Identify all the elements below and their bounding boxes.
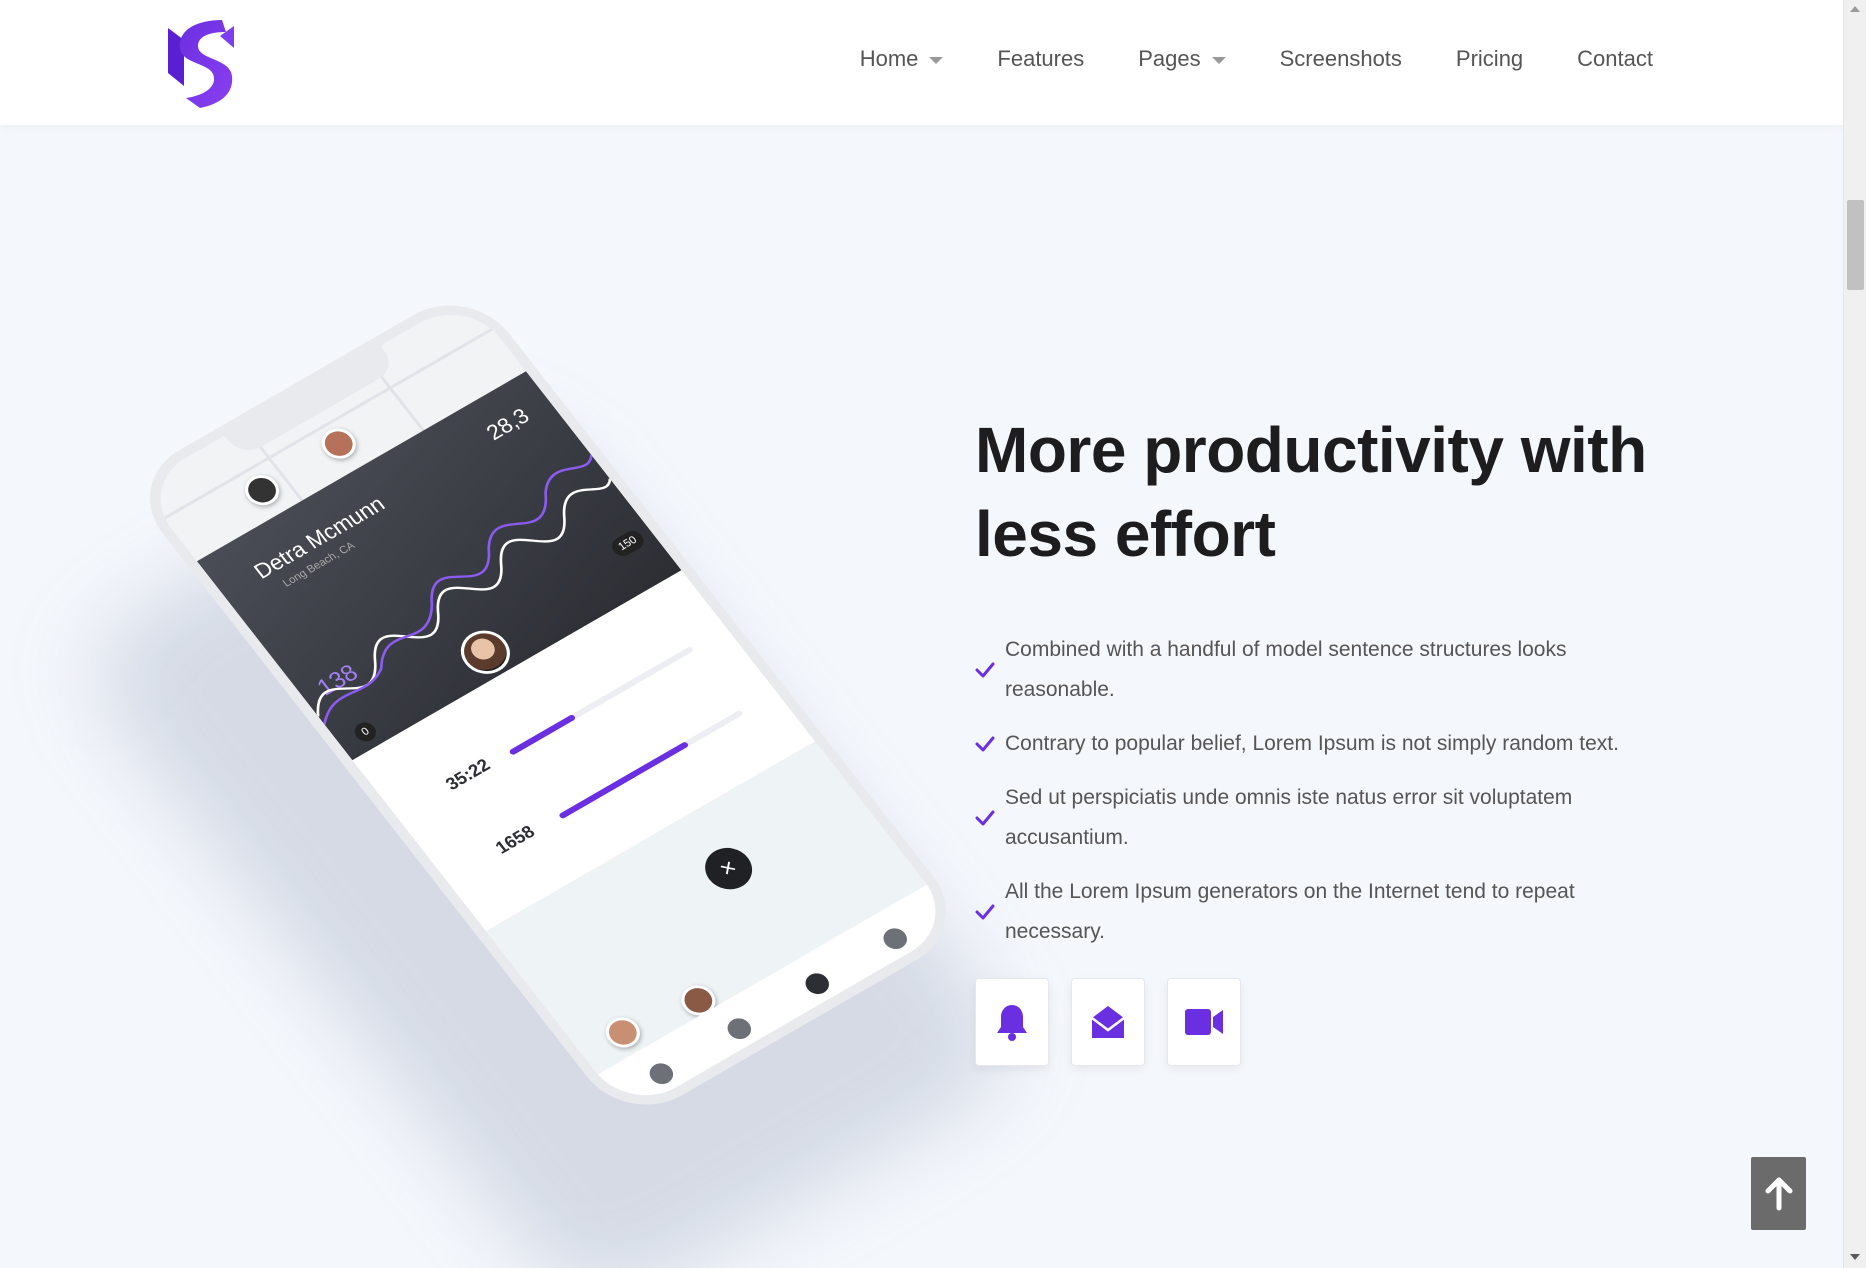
feature-text: Combined with a handful of model sentenc… (1005, 638, 1567, 701)
checkmark-icon (975, 904, 995, 920)
section-headline: More productivity with less effort (975, 408, 1695, 576)
list-item: Sed ut perspiciatis unde omnis iste natu… (975, 778, 1675, 858)
time-stat: 35:22 (441, 754, 494, 794)
nav-item-screenshots[interactable]: Screenshots (1280, 46, 1402, 72)
arrow-up-icon (1765, 1177, 1792, 1210)
list-item: Combined with a handful of model sentenc… (975, 630, 1675, 710)
progress-fill (508, 714, 576, 756)
count-stat: 1658 (491, 821, 539, 858)
scroll-down-arrow-icon[interactable] (1850, 1254, 1860, 1260)
nav-label: Pricing (1455, 46, 1524, 71)
map-avatar-pin (238, 469, 286, 511)
checkmark-icon (975, 662, 995, 678)
checkmark-icon (975, 736, 995, 752)
feature-text: Contrary to popular belief, Lorem Ipsum … (1005, 732, 1619, 755)
list-item: All the Lorem Ipsum generators on the In… (975, 872, 1675, 952)
location-pin-icon[interactable] (800, 969, 834, 998)
mail-button[interactable] (1071, 978, 1145, 1066)
pie-chart-icon[interactable] (645, 1059, 678, 1088)
close-icon[interactable]: × (695, 840, 762, 898)
main-nav: Home Features Pages Screenshots Pricing … (860, 46, 1653, 72)
progress-fill (558, 741, 690, 820)
nav-label: Home (859, 46, 919, 71)
page-scrollbar[interactable] (1843, 0, 1866, 1268)
site-header: Home Features Pages Screenshots Pricing … (0, 0, 1843, 125)
checkmark-icon (975, 810, 995, 826)
bell-icon[interactable] (878, 924, 912, 953)
nav-label: Contact (1577, 46, 1653, 71)
bell-button[interactable] (975, 978, 1049, 1066)
back-to-top-button[interactable] (1751, 1157, 1806, 1230)
map-avatar-pin (314, 422, 363, 465)
nav-label: Screenshots (1279, 46, 1402, 71)
envelope-open-icon (1091, 1006, 1125, 1038)
caret-down-icon (1211, 57, 1226, 64)
list-item: Contrary to popular belief, Lorem Ipsum … (975, 724, 1675, 764)
caret-down-icon (929, 57, 944, 64)
nav-item-pages[interactable]: Pages (1138, 46, 1226, 72)
nav-item-contact[interactable]: Contact (1577, 46, 1653, 72)
nav-item-pricing[interactable]: Pricing (1456, 46, 1523, 72)
headline-line-1: More productivity with (975, 414, 1647, 486)
feature-icon-row (975, 978, 1241, 1066)
stat-value-right: 28,3 (481, 403, 534, 445)
map-avatar-pin (599, 1011, 647, 1054)
feature-text: Sed ut perspiciatis unde omnis iste natu… (1005, 786, 1573, 849)
video-button[interactable] (1167, 978, 1241, 1066)
phone-mockup: Detra Mcmunn Long Beach, CA 28,3 138 150… (63, 250, 1037, 1268)
nav-item-home[interactable]: Home (860, 46, 944, 72)
progress-track (508, 645, 695, 756)
nav-label: Pages (1138, 46, 1201, 71)
bell-icon (997, 1005, 1027, 1041)
nav-label: Features (997, 46, 1085, 71)
headline-line-2: less effort (975, 498, 1276, 570)
flame-icon[interactable] (722, 1014, 756, 1043)
video-camera-icon (1185, 1009, 1223, 1035)
scroll-thumb[interactable] (1847, 200, 1864, 290)
feature-text: All the Lorem Ipsum generators on the In… (1005, 880, 1575, 943)
feature-list: Combined with a handful of model sentenc… (975, 630, 1675, 966)
brand-logo[interactable] (160, 18, 240, 108)
scroll-up-arrow-icon[interactable] (1850, 6, 1860, 12)
nav-item-features[interactable]: Features (997, 46, 1084, 72)
